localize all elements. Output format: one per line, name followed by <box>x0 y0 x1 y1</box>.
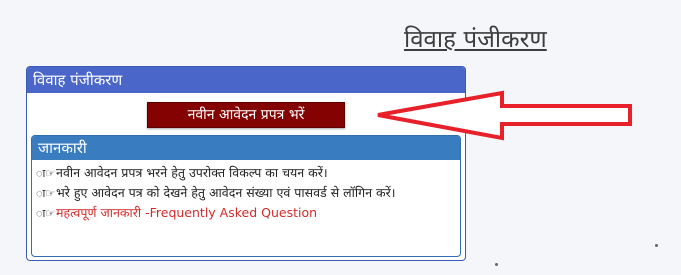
info-text: नवीन आवेदन प्रपत्र भरने हेतु उपरोक्त विक… <box>56 165 328 180</box>
pointing-hand-icon: ा☞ <box>36 187 56 200</box>
stray-dot <box>495 263 498 266</box>
information-list: ा☞नवीन आवेदन प्रपत्र भरने हेतु उपरोक्त व… <box>32 160 460 222</box>
list-item: ा☞भरे हुए आवेदन पत्र को देखने हेतु आवेदन… <box>36 184 454 202</box>
red-arrow-annotation <box>377 90 632 141</box>
page-title: विवाह पंजीकरण <box>404 25 547 53</box>
stray-dot <box>655 244 658 247</box>
information-box: जानकारी ा☞नवीन आवेदन प्रपत्र भरने हेतु उ… <box>31 135 461 257</box>
info-text: भरे हुए आवेदन पत्र को देखने हेतु आवेदन स… <box>56 185 396 200</box>
list-item: ा☞महत्वपूर्ण जानकारी -Frequently Asked Q… <box>36 204 454 222</box>
pointing-hand-icon: ा☞ <box>36 167 56 180</box>
list-item: ा☞नवीन आवेदन प्रपत्र भरने हेतु उपरोक्त व… <box>36 164 454 182</box>
faq-link[interactable]: महत्वपूर्ण जानकारी -Frequently Asked Que… <box>56 205 317 220</box>
pointing-hand-icon: ा☞ <box>36 207 56 220</box>
fill-new-application-button[interactable]: नवीन आवेदन प्रपत्र भरें <box>147 102 345 128</box>
